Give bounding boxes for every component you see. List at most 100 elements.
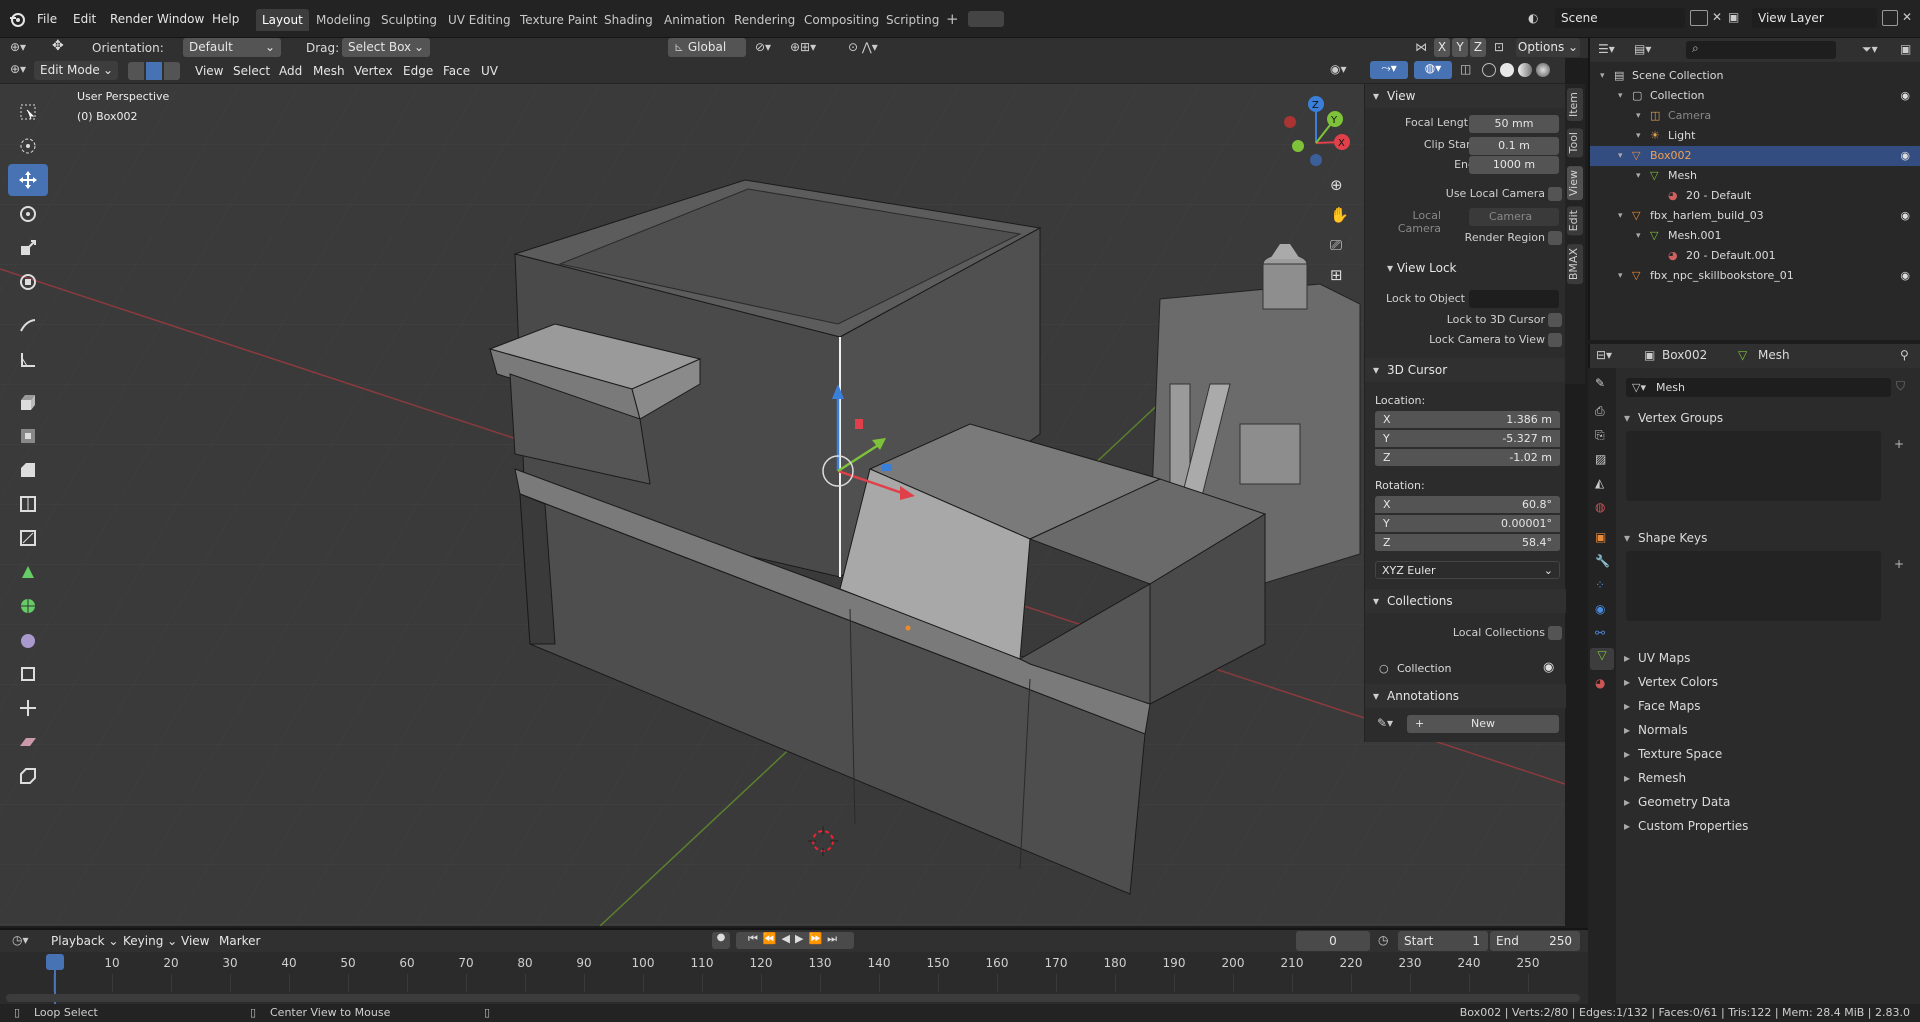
knife-tool-icon[interactable] [8, 522, 48, 554]
properties-group-header[interactable]: Shape Keys [1618, 527, 1918, 549]
start-frame-field[interactable]: Start 1 [1398, 931, 1488, 951]
add-item-icon[interactable]: + [1894, 437, 1904, 451]
menu-view[interactable]: View [188, 61, 230, 81]
collections-panel-header[interactable]: Collections [1365, 589, 1566, 613]
smooth-tool-icon[interactable] [8, 624, 48, 656]
bevel-tool-icon[interactable] [8, 454, 48, 486]
properties-group-header[interactable]: Custom Properties [1618, 815, 1918, 837]
outliner-row[interactable]: ▾ ▽ fbx_harlem_build_03 ◉ [1590, 206, 1920, 226]
properties-group-header[interactable]: Texture Space [1618, 743, 1918, 765]
tab-uv-editing[interactable]: UV Editing [442, 9, 517, 31]
use-local-camera-checkbox[interactable] [1548, 187, 1562, 201]
clip-start-field[interactable]: 0.1 m [1469, 137, 1559, 155]
menu-marker[interactable]: Marker [212, 931, 267, 951]
3d-cursor-panel-header[interactable]: 3D Cursor [1365, 358, 1566, 382]
outliner-row[interactable]: ▾ ☀ Light [1590, 126, 1920, 146]
outliner-row[interactable]: ▾ ◫ Camera [1590, 106, 1920, 126]
modifier-properties-icon[interactable]: 🔧 [1595, 554, 1610, 568]
tab-tool[interactable]: Tool [1567, 128, 1583, 158]
mesh-browse-icon[interactable]: ▽▾ [1632, 378, 1646, 397]
mesh-data-properties-icon[interactable]: ▽ [1590, 648, 1614, 670]
object-properties-icon[interactable]: ▣ [1595, 530, 1606, 544]
menu-vertex[interactable]: Vertex [347, 61, 400, 81]
auto-merge-icon[interactable]: ⊡ [1494, 40, 1504, 54]
outliner-row[interactable]: ▾ ▽ Mesh [1590, 166, 1920, 186]
properties-object-name[interactable]: Box002 [1662, 348, 1707, 362]
outliner-search-input[interactable]: ⌕ [1686, 41, 1836, 59]
viewport-editor-type-icon[interactable]: ⊕▾ [10, 62, 26, 76]
world-properties-icon[interactable]: ◍ [1595, 500, 1605, 514]
tab-compositing[interactable]: Compositing [798, 9, 885, 31]
lock-camera-to-view-checkbox[interactable] [1548, 333, 1562, 347]
local-camera-field[interactable]: Camera [1469, 208, 1559, 226]
loop-cut-tool-icon[interactable] [8, 488, 48, 520]
camera-view-icon[interactable]: ⎚ [1330, 236, 1342, 254]
mirror-y-toggle[interactable]: Y [1452, 38, 1468, 57]
scale-tool-icon[interactable] [8, 232, 48, 264]
scene-field[interactable]: Scene [1555, 8, 1685, 28]
properties-data-name[interactable]: Mesh [1758, 348, 1790, 362]
shear-tool-icon[interactable] [8, 726, 48, 758]
tab-modeling[interactable]: Modeling [310, 9, 377, 31]
drag-dropdown[interactable]: Select Box ⌄ [342, 38, 430, 57]
rendered-shading-icon[interactable] [1536, 63, 1550, 77]
outliner-row[interactable]: ◕ 20 - Default [1590, 186, 1920, 206]
material-shading-icon[interactable] [1518, 63, 1532, 77]
eye-icon[interactable]: ◉ [1900, 266, 1910, 286]
particles-properties-icon[interactable]: ⁘ [1595, 578, 1605, 592]
inset-tool-icon[interactable] [8, 420, 48, 452]
menu-timeline-view[interactable]: View [174, 931, 216, 951]
cursor-rotation-x-field[interactable]: X 60.8° [1375, 496, 1560, 514]
extrude-tool-icon[interactable] [8, 386, 48, 418]
annotations-panel-header[interactable]: Annotations [1365, 684, 1566, 708]
properties-group-header[interactable]: Geometry Data [1618, 791, 1918, 813]
mesh-name-field[interactable]: ▽▾ Mesh [1626, 378, 1891, 397]
gizmo-toggle-icon[interactable]: ⤳▾ [1370, 61, 1408, 79]
filter-icon[interactable]: ⏷▾ [1862, 42, 1878, 57]
expand-arrow-icon[interactable]: ▾ [1618, 86, 1623, 106]
visibility-icon[interactable]: ◉▾ [1330, 62, 1347, 76]
eye-icon[interactable]: ◉ [1900, 206, 1910, 226]
menu-edit[interactable]: Edit [66, 9, 103, 29]
properties-group-header[interactable]: Remesh [1618, 767, 1918, 789]
tab-edit[interactable]: Edit [1567, 206, 1583, 236]
pivot-point-icon[interactable]: ⊘▾ [755, 40, 771, 54]
wireframe-shading-icon[interactable] [1482, 63, 1496, 77]
mode-dropdown[interactable]: Edit Mode ⌄ [34, 61, 118, 80]
menu-mesh[interactable]: Mesh [306, 61, 352, 81]
menu-select[interactable]: Select [226, 61, 277, 81]
shrink-fatten-tool-icon[interactable] [8, 692, 48, 724]
outliner-row[interactable]: ◕ 20 - Default.001 [1590, 246, 1920, 266]
menu-window[interactable]: Window [150, 9, 211, 29]
physics-properties-icon[interactable]: ◉ [1595, 602, 1605, 616]
eye-icon[interactable]: ◉ [1900, 146, 1910, 166]
menu-file[interactable]: File [30, 9, 64, 29]
view-panel-header[interactable]: View [1365, 84, 1566, 108]
pin-icon[interactable]: ⚲ [1900, 348, 1909, 362]
eye-icon[interactable]: ◉ [1543, 660, 1554, 675]
new-scene-icon[interactable] [1690, 10, 1708, 26]
face-select-mode-icon[interactable] [164, 62, 180, 80]
lock-to-object-field[interactable] [1469, 290, 1559, 308]
tool-properties-icon[interactable]: ✎ [1595, 376, 1605, 390]
xray-icon[interactable]: ◫ [1460, 62, 1471, 76]
cursor-location-y-field[interactable]: Y -5.327 m [1375, 430, 1560, 448]
expand-arrow-icon[interactable]: ▾ [1636, 166, 1641, 186]
tab-rendering[interactable]: Rendering [728, 9, 801, 31]
transform-orientation-dropdown[interactable]: ⊾ Global [668, 38, 746, 57]
properties-list-box[interactable] [1626, 551, 1881, 621]
rotate-tool-icon[interactable] [8, 198, 48, 230]
tab-texture-paint[interactable]: Texture Paint [514, 9, 603, 31]
output-properties-icon[interactable]: ⎘ [1595, 428, 1605, 443]
properties-group-header[interactable]: UV Maps [1618, 647, 1918, 669]
record-icon[interactable]: ● [712, 932, 730, 949]
new-collection-icon[interactable]: ▣ [1900, 42, 1911, 56]
overlays-toggle-icon[interactable]: ◍▾ [1414, 61, 1452, 79]
menu-edge[interactable]: Edge [396, 61, 440, 81]
focal-length-field[interactable]: 50 mm [1469, 115, 1559, 133]
display-mode-icon[interactable]: ▤▾ [1634, 42, 1651, 56]
expand-arrow-icon[interactable]: ▾ [1618, 206, 1623, 226]
view-layer-properties-icon[interactable]: ▨ [1595, 452, 1606, 466]
properties-group-header[interactable]: Normals [1618, 719, 1918, 741]
playback-controls[interactable]: ⏮⏪◀▶⏩⏭ [736, 932, 854, 949]
